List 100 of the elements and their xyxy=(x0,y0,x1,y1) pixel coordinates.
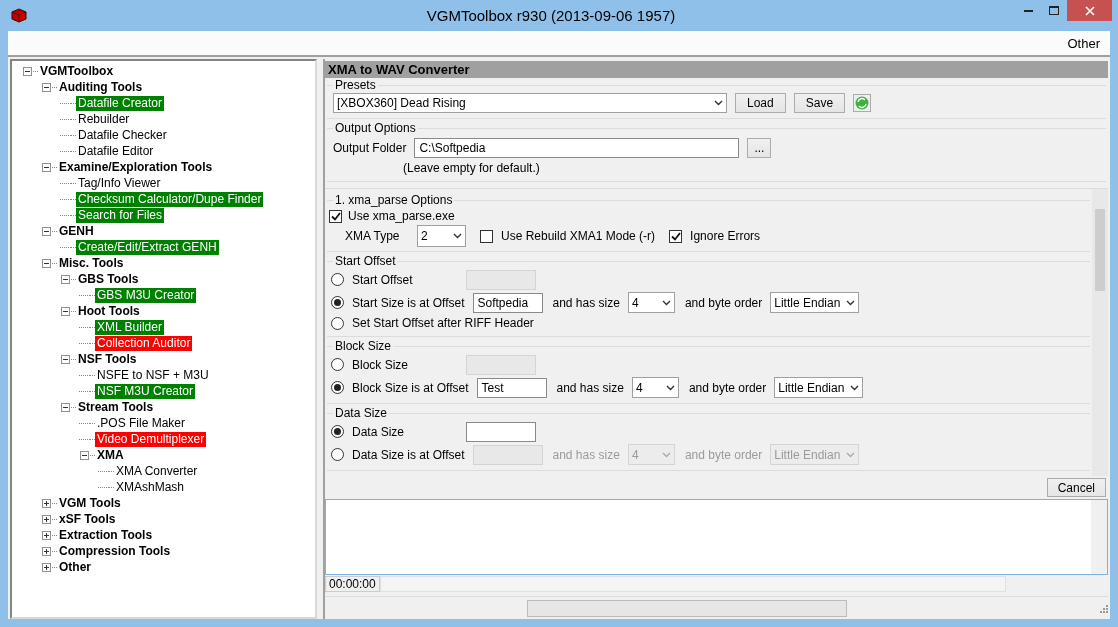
radio-label: Start Size is at Offset xyxy=(352,295,465,310)
tree-item[interactable]: XMAshMash xyxy=(114,479,187,495)
expand-icon[interactable] xyxy=(42,498,51,508)
group-label: Output Options xyxy=(334,121,417,135)
checkbox[interactable] xyxy=(669,229,683,243)
tree-item[interactable]: Rebuilder xyxy=(76,111,132,127)
elapsed-time: 00:00:00 xyxy=(325,576,380,592)
collapse-icon[interactable] xyxy=(42,226,51,236)
tree-item[interactable]: Misc. Tools xyxy=(57,255,126,271)
tree-item[interactable]: Collection Auditor xyxy=(95,335,193,351)
tree-item[interactable]: XMA xyxy=(95,447,126,463)
tree-item[interactable]: GBS Tools xyxy=(76,271,141,287)
radio-button[interactable] xyxy=(331,316,344,330)
size-dropdown[interactable]: 4 xyxy=(631,377,679,398)
tree-item[interactable]: NSF Tools xyxy=(76,351,139,367)
tree-item[interactable]: XMA Converter xyxy=(114,463,200,479)
checkmark-icon xyxy=(330,211,341,221)
tree-item[interactable]: Examine/Exploration Tools xyxy=(57,159,215,175)
checkbox-label: Use xma_parse.exe xyxy=(348,209,455,223)
expand-icon[interactable] xyxy=(42,530,51,540)
radio-label: Block Size xyxy=(352,357,409,372)
offset-field[interactable] xyxy=(466,421,536,442)
tree-item[interactable]: Checksum Calculator/Dupe Finder xyxy=(76,191,264,207)
checkbox[interactable] xyxy=(480,229,493,243)
tree-item[interactable]: GBS M3U Creator xyxy=(95,287,197,303)
checkmark-icon xyxy=(670,231,681,241)
group-label: Block Size xyxy=(334,339,393,353)
tree-item[interactable]: Datafile Checker xyxy=(76,127,169,143)
collapse-icon[interactable] xyxy=(42,82,51,92)
collapse-icon[interactable] xyxy=(42,258,51,268)
tree-item[interactable]: Datafile Editor xyxy=(76,143,156,159)
radio-button[interactable] xyxy=(331,296,344,309)
tree-item[interactable]: GENH xyxy=(57,223,96,239)
hint-text: (Leave empty for default.) xyxy=(403,161,540,175)
expand-icon[interactable] xyxy=(42,514,51,524)
preset-button[interactable]: Save xyxy=(793,93,846,113)
radio-label: Data Size is at Offset xyxy=(352,447,465,462)
close-icon xyxy=(1084,5,1095,16)
radio-label: Set Start Offset after RIFF Header xyxy=(352,316,534,330)
scrollbar-thumb[interactable] xyxy=(1095,209,1105,291)
field-label: XMA Type xyxy=(345,229,400,243)
tree-item[interactable]: NSF M3U Creator xyxy=(95,383,196,399)
radio-label: Start Offset xyxy=(352,272,413,287)
offset-field[interactable]: Test xyxy=(476,377,547,398)
collapse-icon[interactable] xyxy=(23,66,32,76)
tree-item[interactable]: Auditing Tools xyxy=(57,79,145,95)
field-label: Output Folder xyxy=(333,141,407,155)
collapse-icon[interactable] xyxy=(61,354,70,364)
checkbox[interactable] xyxy=(329,209,342,223)
tree-item[interactable]: Extraction Tools xyxy=(57,527,155,543)
byte-order-dropdown[interactable]: Little Endian xyxy=(770,292,860,313)
cancel-button[interactable]: Cancel xyxy=(1046,478,1106,497)
preset-button[interactable]: Load xyxy=(735,93,786,113)
collapse-icon[interactable] xyxy=(80,450,89,460)
radio-button[interactable] xyxy=(331,381,344,394)
preset-dropdown[interactable]: [XBOX360] Dead Rising xyxy=(333,93,727,113)
tree-item[interactable]: Other xyxy=(57,559,93,575)
collapse-icon[interactable] xyxy=(42,162,51,172)
tree-item[interactable]: xSF Tools xyxy=(57,511,118,527)
browse-button[interactable]: ... xyxy=(747,138,772,158)
checkbox-label: Ignore Errors xyxy=(690,229,761,243)
size-dropdown[interactable]: 4 xyxy=(627,292,675,313)
minimize-icon xyxy=(1023,9,1033,12)
expand-icon[interactable] xyxy=(42,562,51,572)
tree-item[interactable]: Hoot Tools xyxy=(76,303,142,319)
group-label: Data Size xyxy=(334,406,389,420)
tree-item[interactable]: .POS File Maker xyxy=(95,415,188,431)
tree-item[interactable]: Create/Edit/Extract GENH xyxy=(76,239,219,255)
field-label: and byte order xyxy=(684,295,763,310)
radio-button[interactable] xyxy=(331,425,344,438)
checkbox-label: Use Rebuild XMA1 Mode (-r) xyxy=(501,229,656,243)
tree-item[interactable]: NSFE to NSF + M3U xyxy=(95,367,211,383)
tree-item[interactable]: Video Demultiplexer xyxy=(95,431,207,447)
offset-field[interactable]: Softpedia xyxy=(472,292,543,313)
field-label: and byte order xyxy=(684,447,763,462)
tree-item[interactable]: XML Builder xyxy=(95,319,164,335)
panel-header: XMA to WAV Converter xyxy=(325,61,1108,78)
maximize-icon xyxy=(1049,6,1059,15)
collapse-icon[interactable] xyxy=(61,274,70,284)
group-label: 1. xma_parse Options xyxy=(334,193,454,207)
field-label: and has size xyxy=(552,295,620,310)
expand-icon[interactable] xyxy=(42,546,51,556)
tree-item[interactable]: Compression Tools xyxy=(57,543,173,559)
output-folder-field[interactable]: C:\Softpedia xyxy=(414,138,740,158)
collapse-icon[interactable] xyxy=(61,306,70,316)
tree-item[interactable]: Stream Tools xyxy=(76,399,156,415)
collapse-icon[interactable] xyxy=(61,402,70,412)
field-label: and byte order xyxy=(688,380,767,395)
tree-item[interactable]: Tag/Info Viewer xyxy=(76,175,163,191)
radio-label: Block Size is at Offset xyxy=(352,380,469,395)
tree-item[interactable]: VGMToolbox xyxy=(38,63,116,79)
menu-item[interactable]: Other xyxy=(1063,35,1104,51)
tree-item[interactable]: VGM Tools xyxy=(57,495,123,511)
field-label: and has size xyxy=(556,380,624,395)
byte-order-dropdown[interactable]: Little Endian xyxy=(774,377,864,398)
tree-item[interactable]: Datafile Creator xyxy=(76,95,165,111)
scrollbar[interactable] xyxy=(1092,189,1108,476)
refresh-icon[interactable] xyxy=(853,94,872,112)
xma-type-dropdown[interactable]: 2 xyxy=(417,225,466,247)
tree-item[interactable]: Search for Files xyxy=(76,207,165,223)
